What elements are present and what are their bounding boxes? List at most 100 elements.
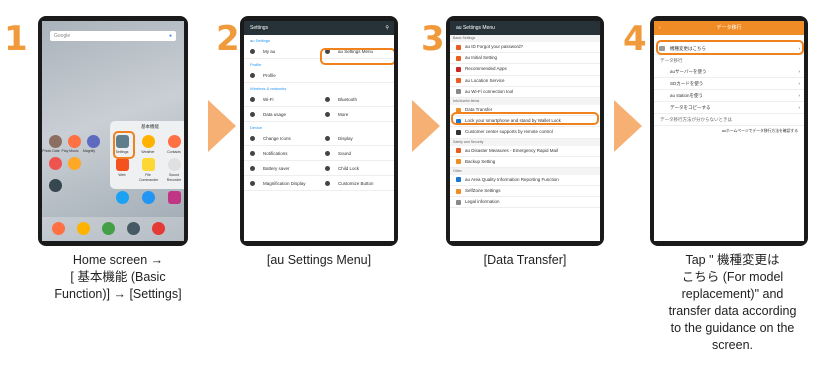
app-icon[interactable] <box>102 222 115 235</box>
menu-item-icon <box>456 159 461 165</box>
search-text: Google <box>54 33 71 39</box>
menu-item-icon <box>456 89 461 95</box>
menu-item[interactable]: Backup Setting <box>450 157 600 168</box>
settings-row: Battery saver Child Lock <box>244 161 394 176</box>
au-station-row[interactable]: au stationを使う › <box>654 90 804 102</box>
settings-row: Notifications Sound <box>244 146 394 161</box>
setting-wifi[interactable]: Wi-Fi <box>244 96 319 102</box>
menu-item-label: au Location Service <box>465 77 505 83</box>
data-transfer-header: ‹ データ移行 <box>654 21 804 35</box>
recorder-icon[interactable] <box>168 158 181 171</box>
arrow-icon <box>412 100 440 152</box>
messenger-icon[interactable] <box>142 191 155 204</box>
app-icon[interactable] <box>49 157 62 170</box>
menu-item[interactable]: Customer center supports by remote contr… <box>450 127 600 139</box>
setting-customize-button[interactable]: Customize Button <box>319 180 394 186</box>
menu-item-label: Legal information <box>465 199 500 205</box>
menu-item-icon <box>456 177 461 183</box>
app-icon[interactable] <box>68 157 81 170</box>
weather-icon[interactable] <box>142 135 155 148</box>
sd-card-row[interactable]: SDカードを使う › <box>654 78 804 90</box>
setting-display[interactable]: Display <box>319 135 394 141</box>
search-icon[interactable]: ⚲ <box>385 21 389 35</box>
battery-icon <box>250 165 255 171</box>
caption-step-1: Home screen → [ 基本機能 (Basic Function)] →… <box>54 253 182 301</box>
menu-item-icon <box>456 44 461 50</box>
instagram-icon[interactable] <box>168 191 181 204</box>
menu-item[interactable]: Recommended Apps <box>450 64 600 76</box>
setting-profile[interactable]: Profile <box>244 72 319 78</box>
google-search-bar[interactable]: Google ● <box>50 31 176 41</box>
file-commander-icon[interactable] <box>142 158 155 171</box>
menu-item[interactable]: au Initial Setting <box>450 53 600 65</box>
app-icon[interactable] <box>52 222 65 235</box>
menu-item[interactable]: au Location Service <box>450 76 600 87</box>
copy-data-row[interactable]: データをコピーする › <box>654 102 804 114</box>
help-link[interactable]: auホームページでデータ移行方法を確認する <box>654 126 804 137</box>
menu-item-label: Customer center supports by remote contr… <box>465 129 553 135</box>
setting-child-lock[interactable]: Child Lock <box>319 165 394 171</box>
menu-item[interactable]: au Disaster Measures - Emergency Rapid M… <box>450 146 600 157</box>
setting-more[interactable]: More <box>319 111 394 117</box>
menu-item-label: SelfZone Settings <box>465 188 501 194</box>
menu-item-label: au Wi-Fi connection tool <box>465 88 514 94</box>
menu-item[interactable]: SelfZone Settings <box>450 186 600 198</box>
settings-header: Settings ⚲ <box>244 21 394 35</box>
contacts-icon[interactable] <box>168 135 181 148</box>
setting-sound[interactable]: Sound <box>319 150 394 156</box>
guide-page: 1 2 3 4 Google ● Photo Date Play Music M… <box>0 0 815 368</box>
setting-data-usage[interactable]: Data usage <box>244 111 319 117</box>
profile-icon <box>250 72 255 78</box>
phone-data-transfer: ‹ データ移行 機種変更はこちら › データ移行 auサーバーを使う › SDカード… <box>650 16 808 246</box>
au-settings-menu-highlight <box>320 48 394 65</box>
arrow-icon <box>208 100 236 152</box>
settings-row: Magnification Display Customize Button <box>244 176 394 191</box>
wifi-icon <box>250 96 255 102</box>
help-header: データ移行方法が分からないときは <box>654 114 804 126</box>
phone-home-screen: Google ● Photo Date Play Music Magnify 基… <box>38 16 188 246</box>
settings-row: Profile <box>244 68 394 83</box>
menu-item[interactable]: au Area Quality Information Reporting Fu… <box>450 175 600 187</box>
au-server-row[interactable]: auサーバーを使う › <box>654 66 804 78</box>
web-icon[interactable] <box>116 158 129 171</box>
app-label: Weather <box>141 150 155 154</box>
camera-icon[interactable] <box>127 222 140 235</box>
menu-item-icon <box>456 66 461 72</box>
menu-item[interactable]: au ID Forgot your password? <box>450 42 600 54</box>
more-icon <box>325 111 330 117</box>
app-icon[interactable] <box>49 135 62 148</box>
twitter-icon[interactable] <box>116 191 129 204</box>
menu-item-label: Recommended Apps <box>465 66 507 72</box>
app-icon[interactable] <box>68 135 81 148</box>
menu-item[interactable]: Legal information <box>450 197 600 209</box>
menu-item-label: au Initial Setting <box>465 55 498 61</box>
setting-magnification[interactable]: Magnification Display <box>244 180 319 186</box>
setting-my-au[interactable]: My au <box>244 48 319 54</box>
setting-change-icons[interactable]: Change Icons <box>244 135 319 141</box>
menu-item-icon <box>456 55 461 61</box>
dock <box>42 217 184 241</box>
app-icon[interactable] <box>152 222 165 235</box>
magnify-icon <box>250 180 255 186</box>
menu-item-icon <box>456 148 461 154</box>
menu-item[interactable]: au Wi-Fi connection tool <box>450 87 600 98</box>
caption-step-2: [au Settings Menu] <box>266 253 372 267</box>
setting-battery-saver[interactable]: Battery saver <box>244 165 319 171</box>
app-icon[interactable] <box>77 222 90 235</box>
mic-icon: ● <box>168 33 172 39</box>
setting-bluetooth[interactable]: Bluetooth <box>319 96 394 102</box>
data-transfer-title: データ移行 <box>716 25 742 31</box>
setting-notifications[interactable]: Notifications <box>244 150 319 156</box>
menu-item-label: au Disaster Measures - Emergency Rapid M… <box>465 147 559 153</box>
section-header: Wireless & networks <box>250 86 287 91</box>
app-label: Web <box>118 173 126 177</box>
app-icon[interactable] <box>87 135 100 148</box>
back-icon[interactable]: ‹ <box>659 21 661 35</box>
app-icon[interactable] <box>49 179 62 192</box>
menu-item-icon <box>456 129 461 135</box>
bell-icon <box>250 150 255 156</box>
caption-step-3: [Data Transfer] <box>483 253 567 267</box>
menu-section-header: Other <box>450 167 600 175</box>
section-header: データ移行 <box>660 58 683 63</box>
step-number-1: 1 <box>4 19 28 59</box>
